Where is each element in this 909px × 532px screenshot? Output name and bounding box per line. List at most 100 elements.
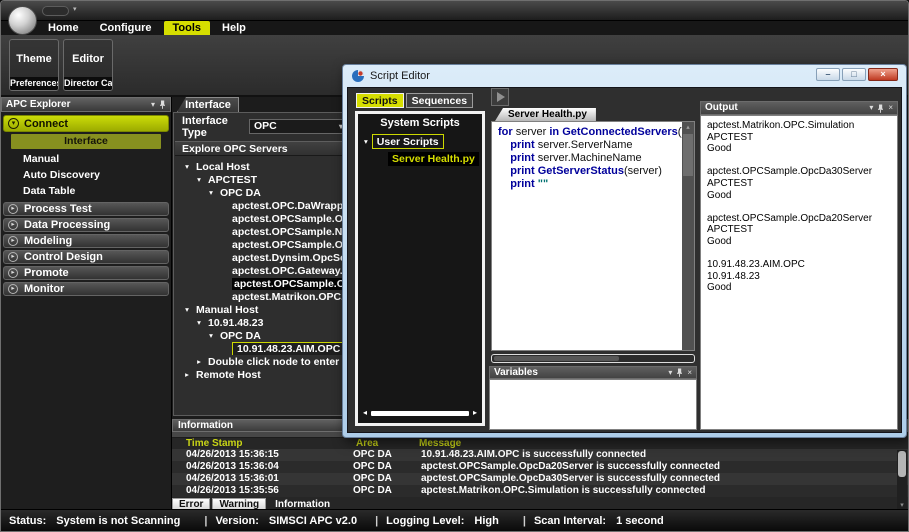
scrollbar-thumb[interactable] <box>683 134 693 176</box>
tree-node-apctest-opc-gateway-engine[interactable]: apctest.OPC.Gateway.Engine <box>174 264 355 277</box>
tree-expander-icon[interactable]: ▸ <box>190 357 208 366</box>
tree-node-apctest-opcsample-opcdaserver[interactable]: apctest.OPCSample.OpcDaServer <box>174 212 355 225</box>
tree-expander-icon[interactable]: ▾ <box>364 137 368 146</box>
tree-horizontal-scrollbar[interactable]: ◂ ▸ <box>363 408 477 418</box>
tree-node-label: apctest.OPCSample.OpcDa30Server <box>232 239 355 251</box>
log-row[interactable]: 04/26/2013 15:36:15OPC DA10.91.48.23.AIM… <box>172 449 908 461</box>
tree-node-double-click-node-to-enter-machine[interactable]: ▸Double click node to enter machine <box>174 355 355 368</box>
tree-node-label: 10.91.48.23 <box>208 317 263 329</box>
editor-horizontal-scrollbar[interactable] <box>491 354 695 363</box>
tree-node-opc-da[interactable]: ▾OPC DA <box>174 186 355 199</box>
tree-expander-icon[interactable]: ▾ <box>190 175 208 184</box>
tab-scripts[interactable]: Scripts <box>356 93 404 108</box>
script-editor-titlebar[interactable]: Script Editor <box>351 69 430 83</box>
log-row[interactable]: 04/26/2013 15:36:01OPC DAapctest.OPCSamp… <box>172 473 908 485</box>
tree-node-apctest-opc-dawrapper[interactable]: apctest.OPC.DaWrapper <box>174 199 355 212</box>
code-editor[interactable]: for server in GetConnectedServers(): pri… <box>491 121 695 351</box>
scrollbar-thumb[interactable] <box>371 411 469 416</box>
column-header-timestamp[interactable]: Time Stamp <box>186 438 243 449</box>
tree-node-local-host[interactable]: ▾Local Host <box>174 160 355 173</box>
tree-expander-icon[interactable]: ▾ <box>190 318 208 327</box>
tree-expander-icon[interactable]: ▾ <box>202 331 220 340</box>
tree-node-server-health[interactable]: Server Health.py <box>388 152 479 166</box>
sidebar-section-data-processing[interactable]: ▸Data Processing <box>3 218 169 232</box>
tree-node-opc-da[interactable]: ▾OPC DA <box>174 329 355 342</box>
tree-node-apctest-matrikon-opc-simulation[interactable]: apctest.Matrikon.OPC.Simulation <box>174 290 355 303</box>
scroll-up-icon[interactable]: ▴ <box>682 122 694 133</box>
tree-node-10-91-48-23-aim-opc[interactable]: 10.91.48.23.AIM.OPC <box>174 342 355 355</box>
output-body[interactable]: apctest.Matrikon.OPC.SimulationAPCTESTGo… <box>700 115 898 430</box>
sidebar-section-connect[interactable]: ▾ Connect <box>3 115 169 132</box>
tree-node-apctest-opcsample-net-daserver[interactable]: apctest.OPCSample.NET.DaServer <box>174 225 355 238</box>
scrollbar-thumb[interactable] <box>494 356 619 361</box>
code-token: print <box>510 139 534 151</box>
tree-node-remote-host[interactable]: ▸Remote Host <box>174 368 355 381</box>
log-tab-information[interactable]: Information <box>268 498 337 509</box>
tree-expander-icon[interactable]: ▾ <box>178 305 196 314</box>
sidebar-section-promote[interactable]: ▸Promote <box>3 266 169 280</box>
tree-expander-icon[interactable]: ▾ <box>178 162 196 171</box>
interface-type-select[interactable]: OPC ▾ <box>249 119 348 134</box>
pin-icon[interactable] <box>676 368 683 377</box>
menu-tab-configure[interactable]: Configure <box>91 21 161 35</box>
tree-expander-icon[interactable]: ▸ <box>178 370 196 379</box>
column-header-area[interactable]: Area <box>356 438 378 449</box>
log-tab-warning[interactable]: Warning <box>212 498 266 509</box>
tree-node-10-91-48-23[interactable]: ▾10.91.48.23 <box>174 316 355 329</box>
menu-tab-help[interactable]: Help <box>213 21 255 35</box>
collapse-icon[interactable]: ▾ <box>151 100 155 110</box>
tab-interface[interactable]: Interface <box>177 97 239 112</box>
quick-access-toolbar[interactable] <box>42 6 69 16</box>
sidebar-item-interface[interactable]: Interface <box>11 134 161 149</box>
log-row[interactable]: 04/26/2013 15:35:56OPC DAapctest.Matriko… <box>172 485 908 497</box>
editor-vertical-scrollbar[interactable]: ▴ <box>682 122 694 350</box>
ribbon-button-theme[interactable]: Theme <box>10 40 58 77</box>
editor-tab-server-health[interactable]: Server Health.py <box>495 108 596 121</box>
tab-sequences[interactable]: Sequences <box>406 93 473 108</box>
maximize-button[interactable]: □ <box>842 68 866 81</box>
sidebar-item-data-table[interactable]: Data Table <box>3 184 169 199</box>
tree-node-apctest-opcsample-opcda20server[interactable]: apctest.OPCSample.OpcDa20Server <box>174 277 355 290</box>
pin-icon[interactable] <box>877 104 884 113</box>
scroll-right-icon[interactable]: ▸ <box>473 408 477 418</box>
scroll-down-icon[interactable]: ▾ <box>897 501 907 509</box>
tree-node-apctest-opcsample-opcda30server[interactable]: apctest.OPCSample.OpcDa30Server <box>174 238 355 251</box>
sidebar-item-manual[interactable]: Manual <box>3 152 169 167</box>
tree-expander-icon[interactable]: ▾ <box>202 188 220 197</box>
minimize-button[interactable]: – <box>816 68 840 81</box>
sidebar-section-control-design[interactable]: ▸Control Design <box>3 250 169 264</box>
application-menu-orb[interactable] <box>8 6 37 35</box>
ribbon-button-editor[interactable]: Editor <box>64 40 112 77</box>
log-tabs: ErrorWarningInformation <box>172 498 339 509</box>
tree-node-user-scripts[interactable]: ▾ User Scripts <box>364 134 482 149</box>
quick-access-dropdown-icon[interactable]: ▾ <box>73 5 77 13</box>
log-scrollbar[interactable]: ▾ <box>897 450 907 509</box>
tree-node-label: OPC DA <box>220 187 261 199</box>
code-token: (server) <box>624 165 662 177</box>
menu-tab-tools[interactable]: Tools <box>164 21 211 35</box>
sidebar-section-modeling[interactable]: ▸Modeling <box>3 234 169 248</box>
variables-panel-body[interactable] <box>489 379 697 430</box>
output-line: APCTEST <box>707 178 891 190</box>
code-line: print server.MachineName <box>498 152 680 165</box>
scrollbar-thumb[interactable] <box>898 451 906 477</box>
tree-node-manual-host[interactable]: ▾Manual Host <box>174 303 355 316</box>
chevron-down-icon[interactable]: ▾ <box>869 103 873 113</box>
log-tab-error[interactable]: Error <box>172 498 210 509</box>
close-icon[interactable]: × <box>687 368 692 378</box>
sidebar-section-monitor[interactable]: ▸Monitor <box>3 282 169 296</box>
column-header-message[interactable]: Message <box>419 438 461 449</box>
tree-node-apctest[interactable]: ▾APCTEST <box>174 173 355 186</box>
tree-node-apctest-dynsim-opcserver-engine[interactable]: apctest.Dynsim.OpcServer.Engine <box>174 251 355 264</box>
sidebar-item-auto-discovery[interactable]: Auto Discovery <box>3 168 169 183</box>
menu-tab-home[interactable]: Home <box>39 21 88 35</box>
sidebar-section-process-test[interactable]: ▸Process Test <box>3 202 169 216</box>
chevron-down-icon[interactable]: ▾ <box>668 368 672 378</box>
run-script-button[interactable] <box>491 88 509 106</box>
log-row[interactable]: 04/26/2013 15:36:04OPC DAapctest.OPCSamp… <box>172 461 908 473</box>
close-icon[interactable]: × <box>888 103 893 113</box>
scroll-left-icon[interactable]: ◂ <box>363 408 367 418</box>
pin-icon[interactable] <box>159 100 166 109</box>
tree-node-system-scripts[interactable]: System Scripts <box>358 117 482 129</box>
close-button[interactable]: × <box>868 68 898 81</box>
